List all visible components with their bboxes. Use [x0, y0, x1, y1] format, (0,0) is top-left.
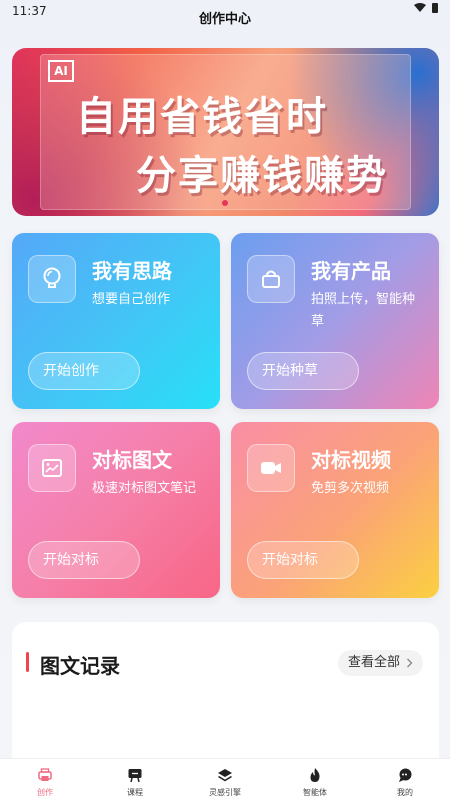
layers-icon: [218, 769, 232, 782]
section-accent-bar: [26, 652, 29, 672]
banner-indicator-dot: [222, 200, 228, 206]
board-icon: [128, 769, 142, 783]
card-title: 我有思路: [92, 259, 172, 283]
banner-headline-1: 自用省钱省时: [76, 94, 328, 140]
tab-label: 我的: [397, 788, 413, 797]
records-title: 图文记录: [40, 654, 120, 678]
card-desc: 拍照上传，智能种草: [311, 292, 416, 329]
chevron-right-icon: [407, 658, 413, 668]
bag-icon: [247, 255, 295, 303]
tab-label: 智能体: [303, 788, 327, 797]
tab-agent[interactable]: 智能体: [270, 759, 360, 800]
promo-banner[interactable]: AI 自用省钱省时 分享赚钱赚势: [12, 48, 439, 216]
start-benchmark-graphic-button[interactable]: 开始对标: [28, 541, 140, 579]
card-title: 对标视频: [311, 448, 391, 472]
tab-inspiration[interactable]: 灵感引擎: [180, 759, 270, 800]
start-create-button[interactable]: 开始创作: [28, 352, 140, 390]
video-icon: [247, 444, 295, 492]
card-my-product[interactable]: 我有产品 拍照上传，智能种草 开始种草: [231, 233, 439, 409]
image-icon: [28, 444, 76, 492]
banner-headline-2: 分享赚钱赚势: [136, 153, 388, 199]
tab-label: 课程: [127, 788, 143, 797]
card-desc: 想要自己创作: [92, 292, 171, 307]
bulb-icon: [28, 255, 76, 303]
view-all-button[interactable]: 查看全部: [337, 650, 423, 676]
printer-icon: [38, 768, 52, 781]
tab-label: 创作: [37, 788, 53, 797]
card-title: 对标图文: [92, 448, 172, 472]
card-benchmark-graphic[interactable]: 对标图文 极速对标图文笔记 开始对标: [12, 422, 220, 598]
chat-icon: [399, 768, 412, 782]
card-benchmark-video[interactable]: 对标视频 免剪多次视频 开始对标: [231, 422, 439, 598]
card-title: 我有产品: [311, 259, 391, 283]
tab-create[interactable]: 创作: [0, 759, 90, 800]
page-title: 创作中心: [198, 12, 251, 27]
tab-mine[interactable]: 我的: [360, 759, 450, 800]
ai-badge: AI: [48, 60, 74, 82]
card-desc: 极速对标图文笔记: [92, 481, 197, 496]
card-desc: 免剪多次视频: [311, 481, 390, 496]
card-my-idea[interactable]: 我有思路 想要自己创作 开始创作: [12, 233, 220, 409]
flame-icon: [310, 768, 320, 782]
view-all-label: 查看全部: [347, 655, 400, 670]
tab-courses[interactable]: 课程: [90, 759, 180, 800]
tab-bar: 创作 课程 灵感引擎 智能体 我的: [0, 758, 450, 800]
tab-label: 灵感引擎: [209, 788, 241, 797]
start-seeding-button[interactable]: 开始种草: [247, 352, 359, 390]
start-benchmark-video-button[interactable]: 开始对标: [247, 541, 359, 579]
